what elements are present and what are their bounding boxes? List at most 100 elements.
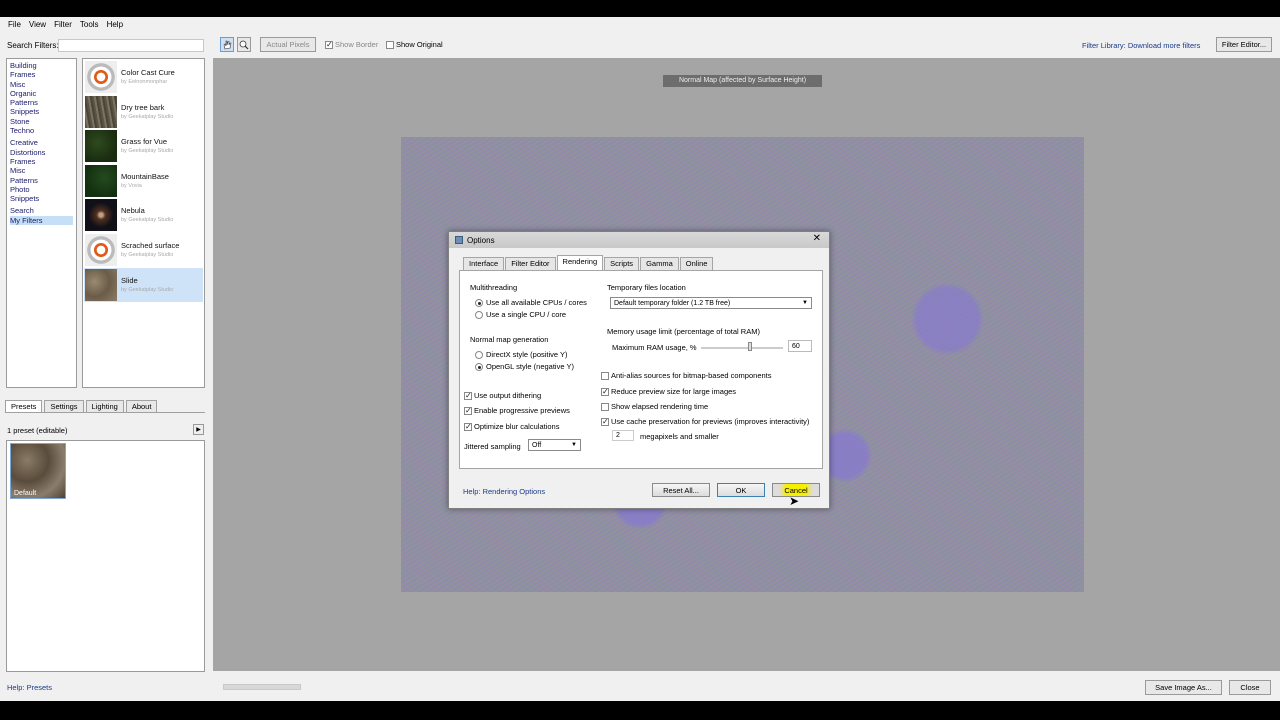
opengl-radio[interactable]: OpenGL style (negative Y)	[475, 362, 574, 371]
category-item[interactable]: Building	[10, 61, 73, 70]
tab-lighting[interactable]: Lighting	[85, 400, 124, 412]
elapsed-time-checkbox[interactable]: Show elapsed rendering time	[601, 402, 708, 411]
category-item[interactable]: Patterns	[10, 98, 73, 107]
preview-scrollbar[interactable]	[223, 684, 301, 690]
menu-filter[interactable]: Filter	[50, 20, 76, 29]
tab-rendering[interactable]: Rendering	[556, 255, 604, 270]
hand-tool-button[interactable]	[220, 37, 234, 52]
help-presets-link[interactable]: Help: Presets	[7, 683, 52, 692]
tab-about[interactable]: About	[125, 400, 158, 412]
filter-name: Color Cast Cure	[121, 68, 175, 77]
close-button[interactable]: Close	[1229, 680, 1271, 695]
filter-item[interactable]: Grass for Vue by Geekatplay Studio	[84, 129, 203, 164]
menu-view[interactable]: View	[25, 20, 50, 29]
show-original-toggle[interactable]: Show Original	[386, 40, 443, 49]
filter-item[interactable]: Color Cast Cure by Eelnonmonphar	[84, 60, 203, 95]
preset-thumbnail[interactable]: Default	[10, 443, 66, 499]
antialias-checkbox[interactable]: Anti-alias sources for bitmap-based comp…	[601, 371, 772, 380]
filter-item[interactable]: Nebula by Geekatplay Studio	[84, 198, 203, 233]
category-item-search[interactable]: Search	[10, 206, 73, 215]
cpu-all-label: Use all available CPUs / cores	[486, 298, 587, 307]
checkbox[interactable]	[601, 371, 609, 380]
tab-settings[interactable]: Settings	[44, 400, 84, 412]
dialog-title: Options	[467, 235, 495, 245]
filter-thumbnail	[85, 61, 117, 93]
preset-menu-arrow-icon[interactable]: ▶	[193, 424, 204, 435]
checkbox[interactable]	[386, 40, 394, 49]
category-item[interactable]: Misc	[10, 166, 73, 175]
tab-online[interactable]: Online	[679, 257, 714, 270]
category-list: Building Frames Misc Organic Patterns Sn…	[6, 58, 77, 388]
category-item[interactable]: Frames	[10, 157, 73, 166]
ram-slider-track[interactable]	[701, 347, 783, 349]
category-item[interactable]: Snippets	[10, 194, 73, 203]
radio-button[interactable]	[475, 298, 483, 307]
jittered-select[interactable]: Off ▼	[528, 439, 581, 451]
search-input[interactable]	[58, 39, 204, 52]
checkbox[interactable]	[464, 391, 472, 400]
category-item[interactable]: Misc	[10, 80, 73, 89]
blur-checkbox[interactable]: Optimize blur calculations	[464, 422, 559, 431]
category-item[interactable]: Patterns	[10, 176, 73, 185]
tab-presets[interactable]: Presets	[5, 400, 43, 412]
checkbox[interactable]	[464, 406, 472, 415]
category-item[interactable]: Photo	[10, 185, 73, 194]
filter-item[interactable]: MountainBase by Vovia	[84, 164, 203, 199]
tab-interface[interactable]: Interface	[463, 257, 505, 270]
checkbox[interactable]	[464, 422, 472, 431]
cpu-all-radio[interactable]: Use all available CPUs / cores	[475, 298, 587, 307]
menu-file[interactable]: File	[4, 20, 25, 29]
cache-checkbox[interactable]: Use cache preservation for previews (imp…	[601, 417, 809, 426]
category-item[interactable]: Techno	[10, 126, 73, 135]
filter-forge-window: File View Filter Tools Help Search Filte…	[0, 17, 1280, 701]
filter-item[interactable]: Scrached surface by Geekatplay Studio	[84, 233, 203, 268]
zoom-tool-button[interactable]	[237, 37, 251, 52]
filter-author: by Vovia	[121, 182, 142, 189]
temp-folder-select[interactable]: Default temporary folder (1.2 TB free) ▼	[610, 297, 812, 309]
close-icon[interactable]: ✕	[813, 233, 821, 244]
checkbox[interactable]	[601, 402, 609, 411]
megapixels-input[interactable]: 2	[612, 430, 634, 441]
tabs-divider	[5, 412, 205, 413]
directx-radio[interactable]: DirectX style (positive Y)	[475, 350, 568, 359]
filter-thumbnail	[85, 164, 117, 197]
filter-library-link[interactable]: Filter Library: Download more filters	[1082, 41, 1200, 50]
actual-pixels-button[interactable]: Actual Pixels	[260, 37, 316, 52]
category-item[interactable]: Creative	[10, 138, 73, 147]
checkbox[interactable]	[601, 417, 609, 426]
checkbox[interactable]	[325, 40, 333, 49]
category-item-my-filters[interactable]: My Filters	[10, 215, 73, 226]
category-item[interactable]: Frames	[10, 70, 73, 79]
app-icon	[455, 236, 463, 244]
menu-help[interactable]: Help	[103, 20, 127, 29]
filter-editor-button[interactable]: Filter Editor...	[1216, 37, 1272, 52]
save-image-button[interactable]: Save Image As...	[1145, 680, 1222, 695]
filter-author: by Geekatplay Studio	[121, 286, 174, 293]
category-item[interactable]: Stone	[10, 117, 73, 126]
tab-filter-editor[interactable]: Filter Editor	[505, 257, 556, 270]
rendering-panel: Multithreading Use all available CPUs / …	[459, 270, 823, 469]
filter-item[interactable]: Dry tree bark by Geekatplay Studio	[84, 95, 203, 130]
category-item[interactable]: Organic	[10, 89, 73, 98]
filter-item-selected[interactable]: Slide by Geekatplay Studio	[84, 267, 203, 303]
ram-slider-thumb[interactable]	[748, 342, 752, 351]
category-item[interactable]: Snippets	[10, 107, 73, 116]
show-border-toggle[interactable]: Show Border	[325, 40, 378, 49]
reset-all-button[interactable]: Reset All...	[652, 483, 710, 497]
checkbox[interactable]	[601, 387, 609, 396]
reduce-preview-checkbox[interactable]: Reduce preview size for large images	[601, 387, 736, 396]
ram-label: Maximum RAM usage, %	[612, 343, 697, 352]
dithering-checkbox[interactable]: Use output dithering	[464, 391, 541, 400]
help-rendering-link[interactable]: Help: Rendering Options	[463, 487, 545, 496]
ok-button[interactable]: OK	[717, 483, 765, 497]
category-item[interactable]: Distortions	[10, 148, 73, 157]
ram-value-input[interactable]: 60	[788, 340, 812, 352]
tab-scripts[interactable]: Scripts	[604, 257, 640, 270]
tab-gamma[interactable]: Gamma	[640, 257, 679, 270]
cpu-single-radio[interactable]: Use a single CPU / core	[475, 310, 566, 319]
radio-button[interactable]	[475, 310, 483, 319]
progressive-checkbox[interactable]: Enable progressive previews	[464, 406, 570, 415]
radio-button[interactable]	[475, 350, 483, 359]
menu-tools[interactable]: Tools	[76, 20, 103, 29]
radio-button[interactable]	[475, 362, 483, 371]
